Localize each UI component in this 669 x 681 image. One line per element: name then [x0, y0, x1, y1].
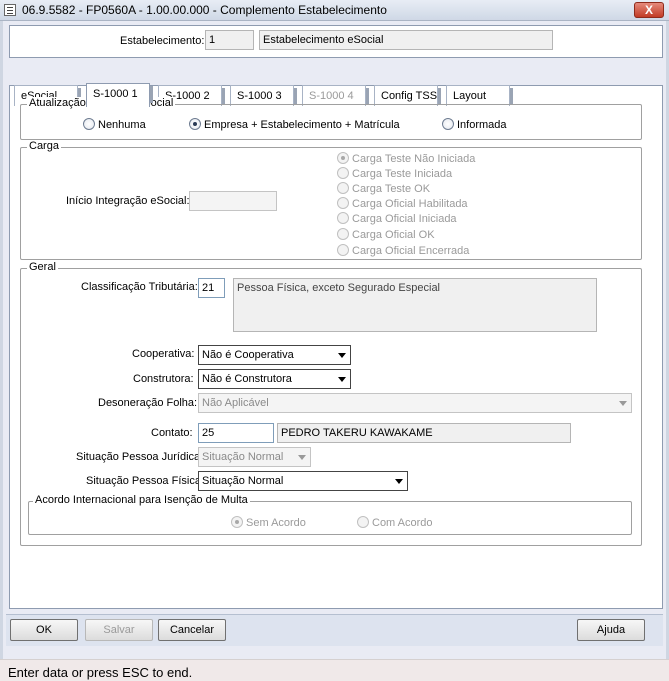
geral-group: Geral Classificação Tributária: 21 Pesso… [20, 261, 642, 546]
header-panel: Estabelecimento: 1 Estabelecimento eSoci… [9, 25, 663, 58]
construtora-select[interactable]: Não é Construtora [198, 369, 351, 389]
geral-legend: Geral [27, 261, 58, 273]
estab-name-field: Estabelecimento eSocial [259, 30, 553, 50]
radio-empresa-dot[interactable] [189, 118, 201, 130]
radio-carga-oficial-habilitada: Carga Oficial Habilitada [337, 197, 468, 210]
cooperativa-label: Cooperativa: [132, 348, 195, 360]
radio-label: Carga Oficial Iniciada [352, 213, 457, 225]
radio-dot [337, 212, 349, 224]
radio-carga-oficial-ok: Carga Oficial OK [337, 228, 435, 241]
radio-carga-oficial-encerrada: Carga Oficial Encerrada [337, 244, 469, 257]
tab-config-tss[interactable]: Config TSS [374, 85, 441, 106]
situacao-pj-value: Situação Normal [202, 451, 284, 463]
tab-s1000-4: S-1000 4 [302, 85, 369, 106]
radio-label: Carga Teste Iniciada [352, 168, 453, 180]
radio-com-acordo: Com Acordo [357, 516, 433, 529]
window-frame: Estabelecimento: 1 Estabelecimento eSoci… [0, 21, 669, 659]
ok-button[interactable]: OK [10, 619, 78, 641]
construtora-label: Construtora: [133, 373, 194, 385]
radio-carga-teste-iniciada: Carga Teste Iniciada [337, 167, 452, 180]
classificacao-desc-field: Pessoa Física, exceto Segurado Especial [233, 278, 597, 332]
chevron-down-icon [395, 479, 403, 484]
carga-group: Carga Início Integração eSocial: Carga T… [20, 140, 642, 260]
radio-dot [337, 182, 349, 194]
app-icon [4, 4, 16, 16]
radio-label: Carga Teste Não Iniciada [352, 153, 476, 165]
situacao-pf-select[interactable]: Situação Normal [198, 471, 408, 491]
radio-dot [337, 228, 349, 240]
radio-dot [337, 152, 349, 164]
tab-s1000-1[interactable]: S-1000 1 [86, 83, 153, 107]
atualizacao-group: Atualização Matrícula eSocial Nenhuma Em… [20, 97, 642, 140]
tab-layout[interactable]: Layout [446, 85, 513, 106]
classificacao-label: Classificação Tributária: [81, 281, 198, 293]
inicio-integracao-label: Início Integração eSocial: [66, 195, 190, 207]
status-bar: Enter data or press ESC to end. [0, 659, 669, 681]
contato-label: Contato: [151, 427, 193, 439]
cancelar-button[interactable]: Cancelar [158, 619, 226, 641]
contato-code-field[interactable]: 25 [198, 423, 274, 443]
radio-empresa-label: Empresa + Estabelecimento + Matrícula [204, 119, 400, 131]
radio-dot [231, 516, 243, 528]
radio-label: Com Acordo [372, 517, 433, 529]
radio-empresa-estab-matricula[interactable]: Empresa + Estabelecimento + Matrícula [189, 118, 400, 131]
situacao-pf-label: Situação Pessoa Física: [86, 475, 205, 487]
radio-informada-dot[interactable] [442, 118, 454, 130]
radio-nenhuma-dot[interactable] [83, 118, 95, 130]
tab-s1000-3[interactable]: S-1000 3 [230, 85, 297, 106]
radio-dot [337, 167, 349, 179]
radio-sem-acordo: Sem Acordo [231, 516, 306, 529]
desoneracao-label: Desoneração Folha: [98, 397, 198, 409]
chevron-down-icon [338, 377, 346, 382]
inicio-integracao-field [189, 191, 277, 211]
radio-nenhuma[interactable]: Nenhuma [83, 118, 146, 131]
radio-carga-oficial-iniciada: Carga Oficial Iniciada [337, 212, 457, 225]
estab-label: Estabelecimento: [120, 35, 205, 47]
situacao-pf-value: Situação Normal [202, 475, 284, 487]
radio-carga-teste-ok: Carga Teste OK [337, 182, 430, 195]
ajuda-button[interactable]: Ajuda [577, 619, 645, 641]
radio-nenhuma-label: Nenhuma [98, 119, 146, 131]
close-button[interactable]: X [634, 2, 664, 18]
window-title: 06.9.5582 - FP0560A - 1.00.00.000 - Comp… [22, 3, 387, 17]
acordo-legend: Acordo Internacional para Isenção de Mul… [33, 494, 250, 506]
chevron-down-icon [619, 401, 627, 406]
contato-name-field: PEDRO TAKERU KAWAKAME [277, 423, 571, 443]
radio-label: Carga Oficial Habilitada [352, 198, 468, 210]
estab-code-field[interactable]: 1 [205, 30, 254, 50]
desoneracao-value: Não Aplicável [202, 397, 269, 409]
construtora-value: Não é Construtora [202, 373, 292, 385]
carga-legend: Carga [27, 140, 61, 152]
title-bar: 06.9.5582 - FP0560A - 1.00.00.000 - Comp… [0, 0, 669, 21]
cooperativa-value: Não é Cooperativa [202, 349, 294, 361]
situacao-pj-select: Situação Normal [198, 447, 311, 467]
radio-informada-label: Informada [457, 119, 507, 131]
desoneracao-select: Não Aplicável [198, 393, 632, 413]
radio-label: Sem Acordo [246, 517, 306, 529]
radio-dot [337, 197, 349, 209]
radio-informada[interactable]: Informada [442, 118, 507, 131]
radio-label: Carga Oficial OK [352, 229, 435, 241]
chevron-down-icon [298, 455, 306, 460]
radio-label: Carga Oficial Encerrada [352, 245, 470, 257]
acordo-group: Acordo Internacional para Isenção de Mul… [28, 494, 632, 535]
radio-dot [337, 244, 349, 256]
salvar-button: Salvar [85, 619, 153, 641]
radio-carga-teste-nao-iniciada: Carga Teste Não Iniciada [337, 152, 475, 165]
radio-dot [357, 516, 369, 528]
cooperativa-select[interactable]: Não é Cooperativa [198, 345, 351, 365]
chevron-down-icon [338, 353, 346, 358]
classificacao-code-field[interactable]: 21 [198, 278, 225, 298]
radio-label: Carga Teste OK [352, 183, 431, 195]
situacao-pj-label: Situação Pessoa Jurídica: [76, 451, 204, 463]
